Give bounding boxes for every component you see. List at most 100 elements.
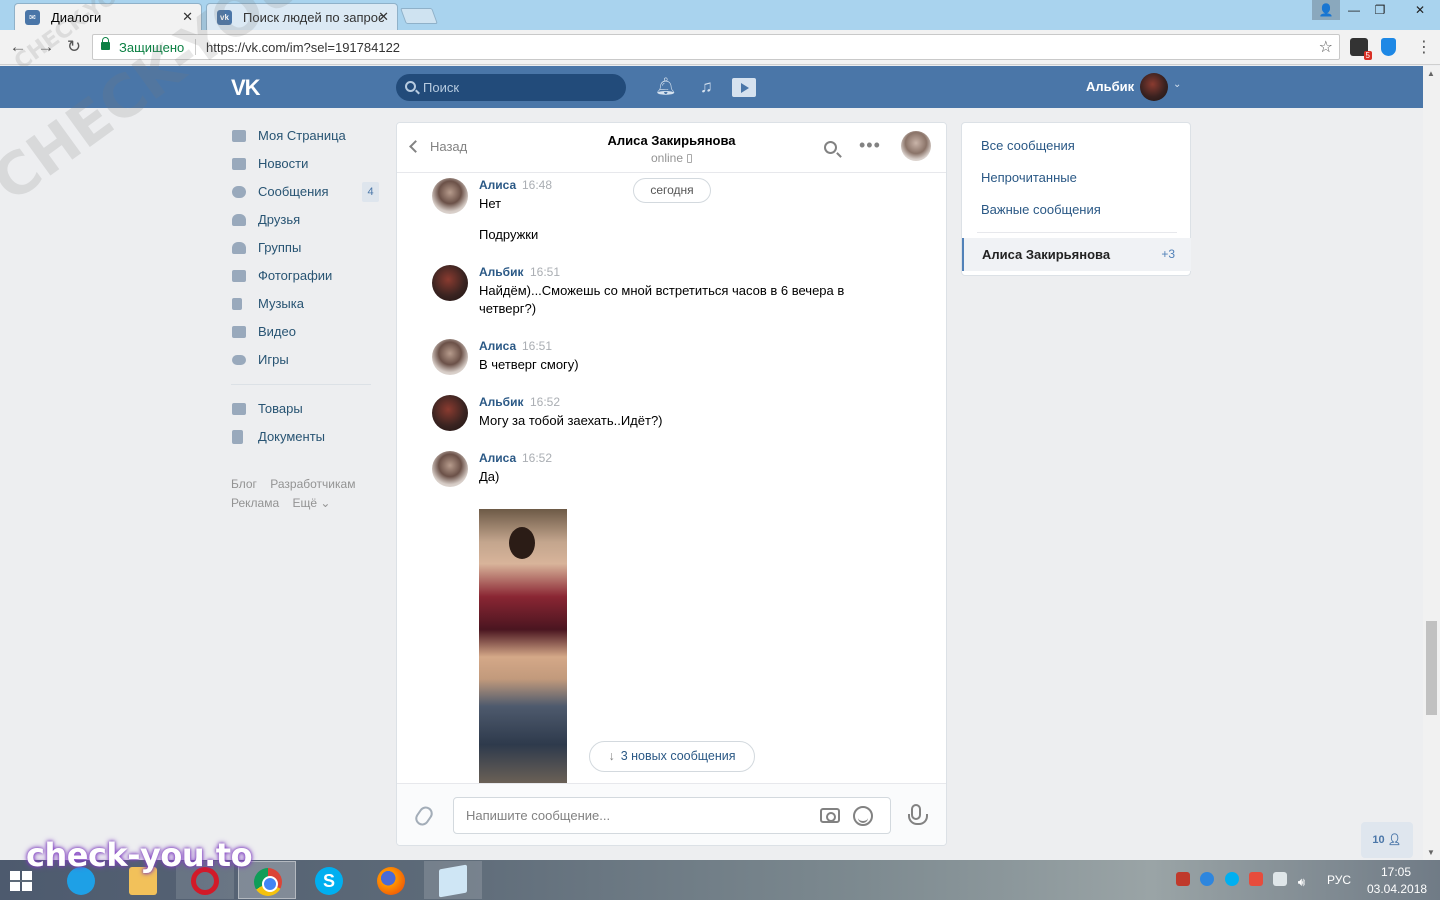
menu-item-video[interactable]: Видео [231, 318, 381, 346]
avatar[interactable] [432, 339, 468, 375]
taskbar-skype[interactable]: S [300, 861, 358, 899]
message-input-box[interactable] [453, 797, 891, 834]
avatar[interactable] [432, 451, 468, 487]
skype-tray-icon[interactable] [1224, 872, 1239, 886]
bell-icon[interactable]: 🔔︎ [655, 77, 677, 97]
message-group: Альбик 16:52 Могу за тобой заехать..Идёт… [432, 395, 872, 435]
kebab-menu-icon[interactable]: ⋮ [1416, 37, 1432, 57]
close-icon[interactable]: ✕ [378, 9, 389, 25]
new-messages-label: 3 новых сообщения [620, 749, 736, 763]
menu-item-goods[interactable]: Товары [231, 395, 381, 423]
scroll-down-arrow-icon[interactable]: ▼ [1427, 848, 1435, 857]
message-author[interactable]: Альбик [479, 395, 523, 409]
new-messages-button[interactable]: ↓ 3 новых сообщения [589, 741, 755, 772]
url-text[interactable]: https://vk.com/im?sel=191784122 [206, 40, 400, 55]
menu-item-documents[interactable]: Документы [231, 423, 381, 451]
volume-icon[interactable]: 🔊︎ [1298, 875, 1312, 889]
system-tray: 🔊︎ [1176, 872, 1319, 889]
camera-icon[interactable] [820, 808, 840, 823]
search-input[interactable] [423, 79, 613, 96]
tab-dialogs[interactable]: ✉ Диалоги ✕ [14, 3, 202, 30]
tray-app-icon[interactable] [1200, 872, 1215, 886]
taskbar-notepad[interactable] [424, 861, 482, 899]
menu-item-friends[interactable]: Друзья [231, 206, 381, 234]
message-input[interactable] [466, 808, 806, 823]
menu-item-messages[interactable]: Сообщения 4 [231, 178, 381, 206]
close-icon[interactable]: ✕ [182, 9, 193, 25]
message-text: Могу за тобой заехать..Идёт?) [479, 413, 663, 428]
minimize-button[interactable]: — [1340, 0, 1368, 20]
more-options-icon[interactable]: ••• [859, 135, 881, 156]
video-play-icon[interactable] [732, 78, 756, 97]
vk-logo[interactable]: VK [231, 75, 265, 100]
avatar[interactable] [432, 178, 468, 214]
footer-link-developers[interactable]: Разработчикам [270, 477, 355, 491]
address-bar[interactable]: Защищено https://vk.com/im?sel=191784122… [92, 34, 1340, 60]
profile-icon[interactable]: 👤 [1312, 0, 1340, 20]
avatar[interactable] [901, 131, 931, 161]
microphone-icon[interactable] [908, 804, 928, 825]
message-author[interactable]: Алиса [479, 451, 516, 465]
friends-icon [232, 214, 246, 226]
footer-link-blog[interactable]: Блог [231, 477, 257, 491]
menu-item-label: Видео [258, 324, 296, 339]
message-composer [397, 783, 946, 845]
taskbar-firefox[interactable] [362, 861, 420, 899]
tray-app-icon[interactable] [1176, 872, 1190, 886]
shield-extension-icon[interactable] [1381, 38, 1396, 56]
new-tab-button[interactable] [400, 8, 438, 24]
clock-time[interactable]: 17:05 [1381, 865, 1411, 879]
search-icon[interactable] [824, 141, 837, 154]
tray-app-icon[interactable] [1249, 872, 1264, 886]
bag-icon [232, 403, 246, 415]
menu-item-label: Друзья [258, 212, 301, 227]
folder-all-messages[interactable]: Все сообщения [981, 138, 1075, 153]
maximize-button[interactable]: ❐ [1366, 0, 1394, 20]
back-arrow-icon[interactable]: ← [7, 36, 29, 58]
music-icon[interactable]: ♫ [700, 77, 713, 97]
search-box[interactable] [396, 74, 626, 101]
scroll-up-arrow-icon[interactable]: ▲ [1427, 69, 1435, 78]
paperclip-icon[interactable] [412, 803, 436, 829]
avatar[interactable] [1140, 73, 1168, 101]
input-language[interactable]: РУС [1327, 873, 1351, 887]
header-user-name[interactable]: Альбик [1086, 79, 1134, 94]
footer-link-more[interactable]: Ещё ⌄ [292, 496, 330, 510]
menu-item-news[interactable]: Новости [231, 150, 381, 178]
avatar[interactable] [432, 265, 468, 301]
forward-arrow-icon[interactable]: → [35, 36, 57, 58]
message-time: 16:52 [530, 395, 561, 409]
avatar[interactable] [432, 395, 468, 431]
scrollbar-thumb[interactable] [1426, 621, 1437, 715]
menu-item-label: Музыка [258, 296, 304, 311]
bookmark-star-icon[interactable]: ☆ [1319, 37, 1333, 57]
emoji-icon[interactable] [853, 806, 873, 826]
active-dialog-item[interactable]: Алиса Закирьянова +3 [962, 238, 1191, 271]
folder-important[interactable]: Важные сообщения [981, 202, 1101, 217]
menu-item-label: Моя Страница [258, 128, 346, 143]
menu-item-photos[interactable]: Фотографии [231, 262, 381, 290]
footer-link-ads[interactable]: Реклама [231, 496, 279, 510]
message-author[interactable]: Алиса [479, 339, 516, 353]
photo-attachment[interactable] [479, 509, 567, 783]
extension-icon[interactable]: 5 [1350, 38, 1372, 60]
message-author[interactable]: Альбик [479, 265, 523, 279]
close-window-button[interactable]: ✕ [1400, 0, 1440, 20]
network-icon[interactable] [1273, 872, 1288, 886]
folder-unread[interactable]: Непрочитанные [981, 170, 1077, 185]
tab-people-search[interactable]: vk Поиск людей по запрос ✕ [206, 3, 398, 30]
left-menu: Моя Страница Новости Сообщения 4 Друзья … [231, 122, 381, 513]
menu-item-music[interactable]: Музыка [231, 290, 381, 318]
message-author[interactable]: Алиса [479, 178, 516, 192]
menu-item-groups[interactable]: Группы [231, 234, 381, 262]
reload-icon[interactable]: ↻ [63, 36, 85, 58]
menu-item-my-page[interactable]: Моя Страница [231, 122, 381, 150]
online-friends-counter[interactable]: 10 👤︎ [1361, 822, 1413, 858]
message-time: 16:52 [522, 451, 553, 465]
video-icon [232, 326, 246, 338]
clock-date[interactable]: 03.04.2018 [1367, 882, 1427, 896]
menu-item-games[interactable]: Игры [231, 346, 381, 374]
chevron-down-icon[interactable]: ⌄ [1173, 79, 1181, 90]
messages-icon [232, 186, 246, 198]
page-scrollbar[interactable]: ▲ ▼ [1423, 66, 1440, 860]
